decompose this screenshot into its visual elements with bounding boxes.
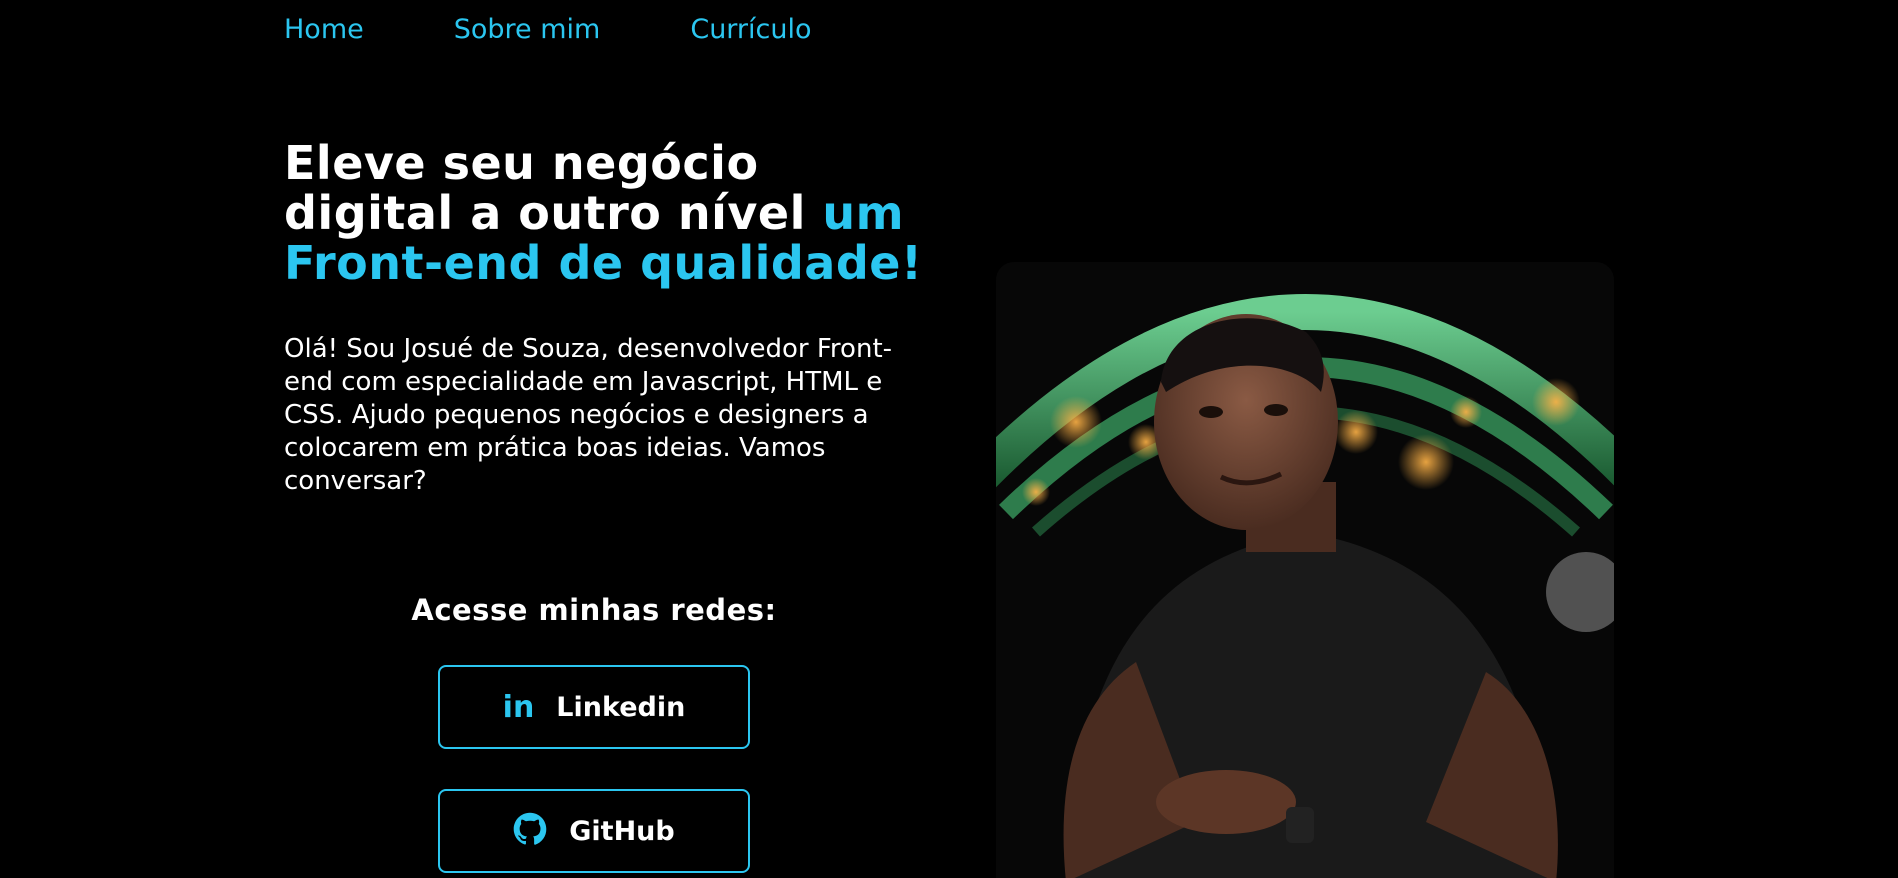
hero-section: Eleve seu negócio digital a outro nível … (284, 138, 924, 524)
github-label: GitHub (569, 815, 675, 847)
linkedin-icon: in (502, 689, 535, 725)
nav-sobre-mim[interactable]: Sobre mim (454, 10, 601, 50)
linkedin-label: Linkedin (556, 691, 686, 723)
linkedin-button[interactable]: in Linkedin (438, 665, 750, 749)
profile-photo (996, 262, 1614, 878)
nav-home[interactable]: Home (284, 10, 364, 50)
headline-white: Eleve seu negócio digital a outro nível (284, 136, 806, 240)
nav-curriculo[interactable]: Currículo (690, 10, 811, 50)
socials-title: Acesse minhas redes: (411, 593, 777, 627)
intro-text: Olá! Sou Josué de Souza, desenvolvedor F… (284, 334, 893, 496)
hero-headline: Eleve seu negócio digital a outro nível … (284, 138, 924, 288)
profile-photo-illustration (996, 262, 1614, 878)
github-icon (513, 812, 547, 850)
top-nav: Home Sobre mim Currículo (284, 10, 902, 50)
github-button[interactable]: GitHub (438, 789, 750, 873)
socials-section: Acesse minhas redes: in Linkedin GitHub (284, 590, 904, 873)
page: Home Sobre mim Currículo Eleve seu negóc… (0, 0, 1898, 878)
